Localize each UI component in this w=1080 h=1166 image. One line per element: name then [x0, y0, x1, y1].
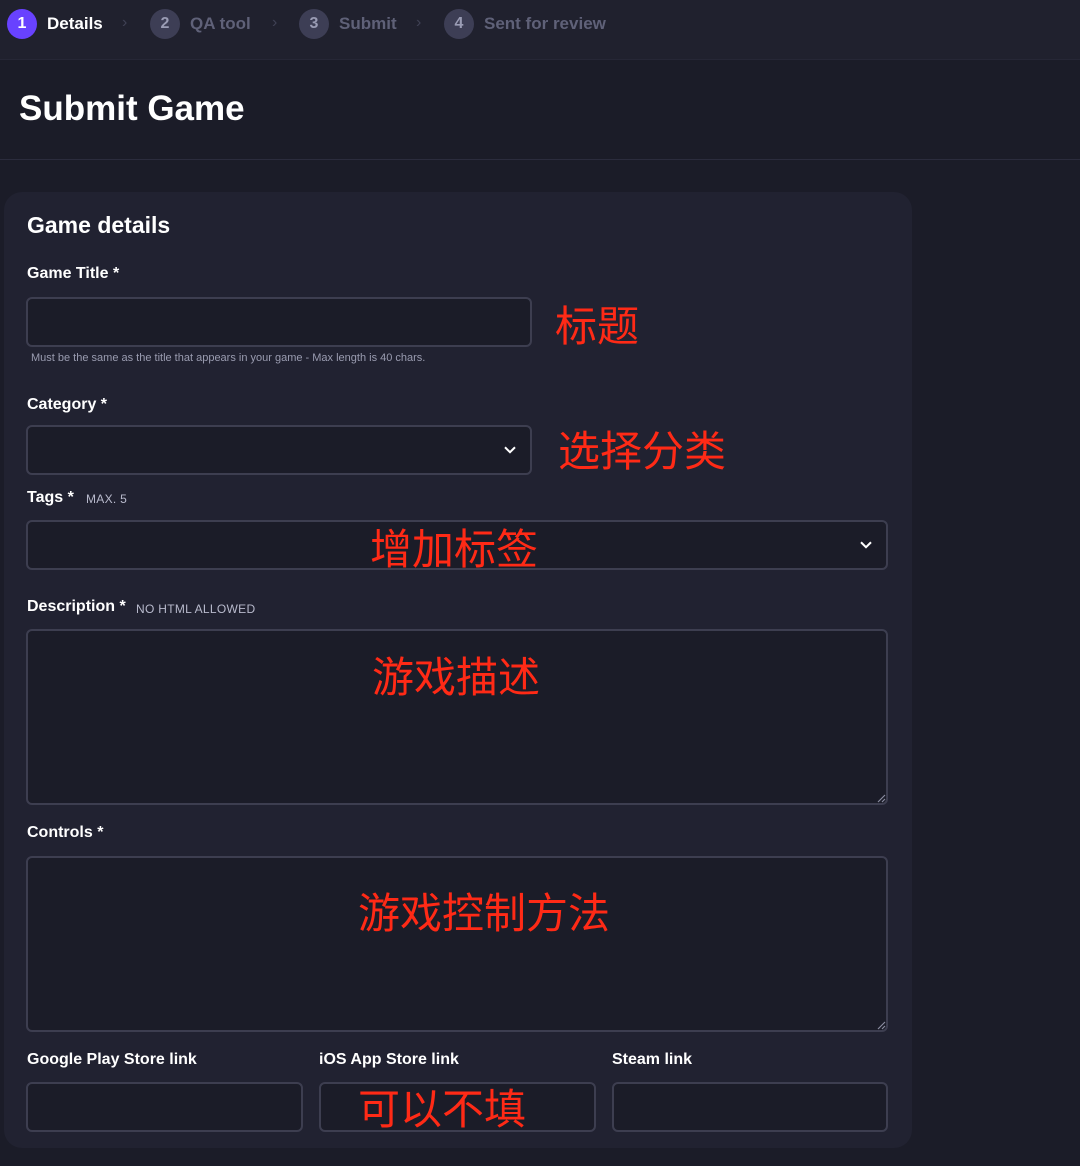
annotation-controls: 游戏控制方法: [358, 889, 611, 938]
progress-stepper: 1 Details › 2 QA tool › 3 Submit › 4 Sen…: [0, 0, 1080, 60]
description-html-note: NO HTML ALLOWED: [136, 602, 256, 616]
step-details[interactable]: 1 Details: [7, 8, 103, 40]
step-number: 2: [150, 9, 180, 39]
controls-textarea[interactable]: [26, 856, 888, 1032]
tags-label: Tags *: [27, 489, 74, 506]
step-sent-for-review[interactable]: 4 Sent for review: [444, 8, 606, 40]
annotation-title: 标题: [555, 302, 640, 351]
step-number: 1: [7, 9, 37, 39]
description-label: Description *: [27, 598, 126, 615]
chevron-down-icon: [860, 537, 872, 552]
page-title: Submit Game: [19, 89, 245, 128]
controls-label: Controls *: [27, 824, 104, 841]
category-select[interactable]: [26, 425, 532, 475]
chevron-right-icon: ›: [122, 14, 128, 31]
step-submit[interactable]: 3 Submit: [299, 8, 397, 40]
page-header: Submit Game: [0, 61, 1080, 160]
chevron-down-icon: [504, 442, 516, 457]
step-label: Submit: [339, 14, 397, 33]
google-play-link-input[interactable]: [26, 1082, 303, 1132]
chevron-right-icon: ›: [272, 14, 278, 31]
category-label: Category *: [27, 396, 108, 413]
game-title-input[interactable]: [26, 297, 532, 347]
annotation-description: 游戏描述: [372, 653, 541, 702]
step-number: 4: [444, 9, 474, 39]
section-title: Game details: [27, 212, 171, 238]
step-number: 3: [299, 9, 329, 39]
annotation-category: 选择分类: [558, 427, 727, 476]
annotation-links: 可以不填: [358, 1085, 527, 1134]
game-title-helper-text: Must be the same as the title that appea…: [31, 352, 426, 364]
chevron-right-icon: ›: [416, 14, 422, 31]
google-play-link-label: Google Play Store link: [27, 1051, 197, 1068]
annotation-tags: 增加标签: [370, 525, 539, 574]
step-label: Sent for review: [484, 14, 606, 33]
ios-app-store-link-label: iOS App Store link: [319, 1051, 459, 1068]
steam-link-input[interactable]: [612, 1082, 888, 1132]
game-title-label: Game Title *: [27, 265, 120, 282]
step-qa-tool[interactable]: 2 QA tool: [150, 8, 251, 40]
step-label: Details: [47, 14, 103, 33]
tags-max-note: MAX. 5: [86, 492, 128, 506]
step-label: QA tool: [190, 14, 251, 33]
steam-link-label: Steam link: [612, 1051, 693, 1068]
